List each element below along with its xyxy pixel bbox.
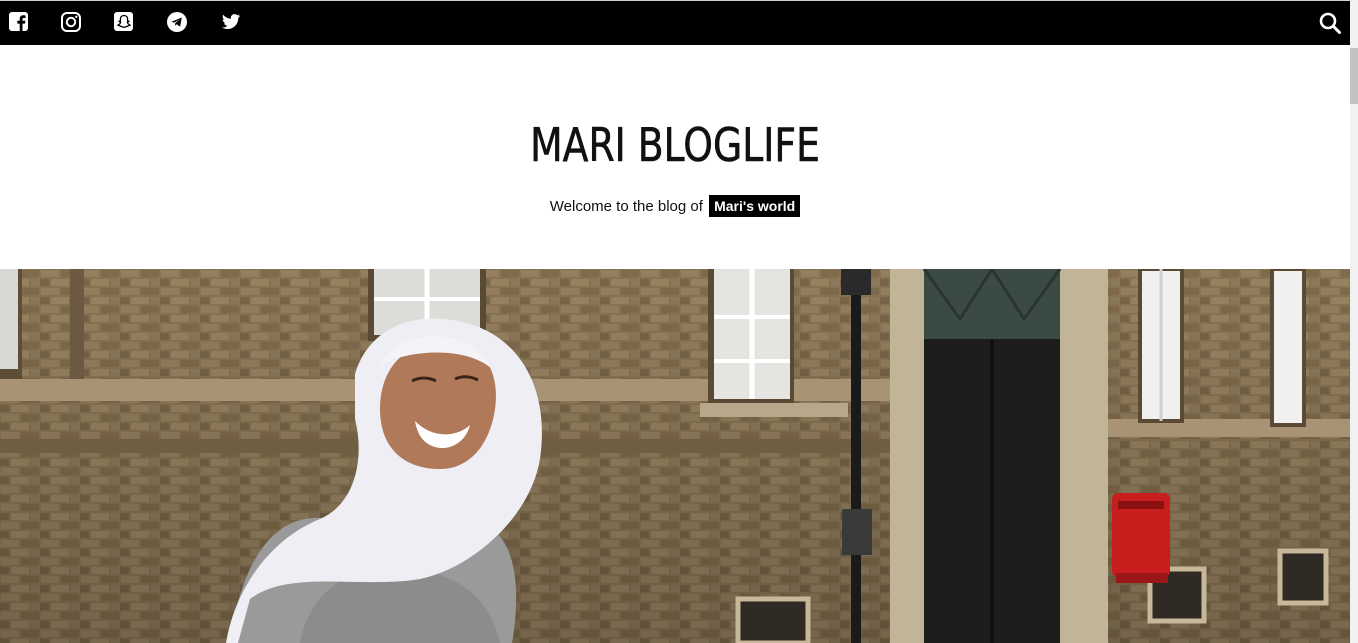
snapchat-icon[interactable] [113, 11, 135, 33]
page-scrollbar[interactable] [1350, 0, 1358, 643]
tagline-text: Welcome to the blog of [549, 198, 703, 215]
search-icon[interactable] [1318, 11, 1342, 35]
twitter-icon[interactable] [220, 11, 242, 33]
scrollbar-thumb[interactable] [1350, 48, 1358, 104]
doorway [890, 269, 1108, 643]
site-tagline: Welcome to the blog of Mari's world [0, 193, 1350, 220]
facebook-icon[interactable] [8, 11, 30, 33]
tagline-highlight: Mari's world [709, 195, 801, 217]
red-mailbox [1112, 493, 1170, 583]
site-title[interactable]: MARI BLOGLIFE [122, 115, 1229, 175]
site-header: MARI BLOGLIFE Welcome to the blog of Mar… [0, 45, 1350, 269]
hero-image [0, 269, 1350, 643]
top-bar [0, 0, 1350, 45]
telegram-icon[interactable] [166, 11, 188, 33]
instagram-icon[interactable] [60, 11, 82, 33]
